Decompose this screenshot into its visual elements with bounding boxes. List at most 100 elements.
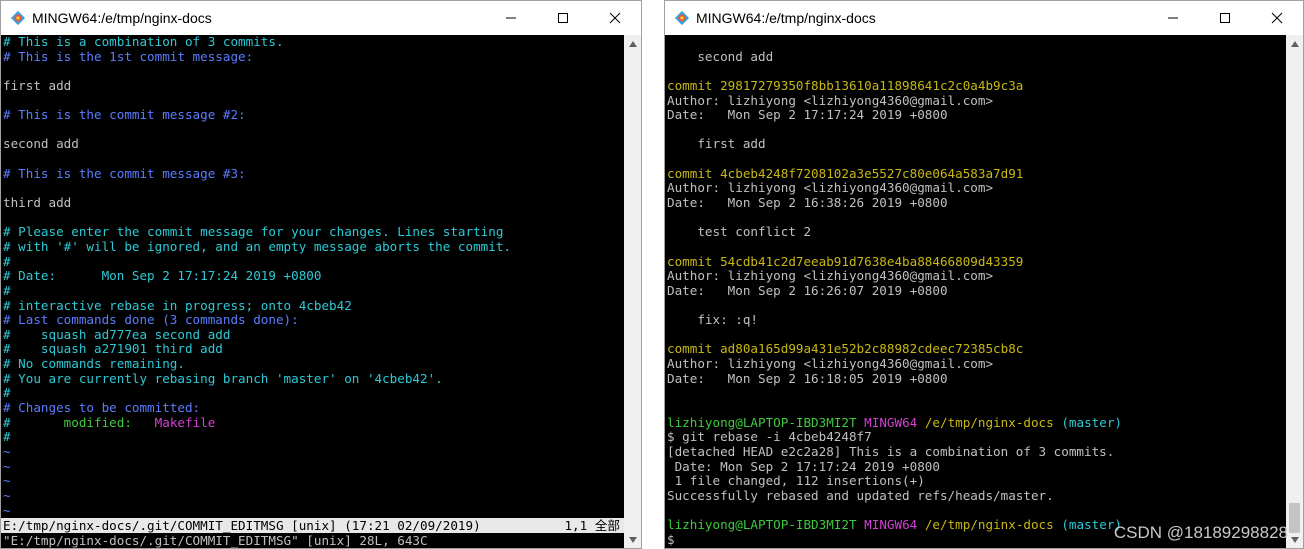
terminal-line: ~ bbox=[3, 443, 511, 460]
text-segment: Successfully rebased and updated refs/he… bbox=[667, 487, 1054, 503]
terminal-line: $ bbox=[667, 532, 1122, 548]
text-segment: # bbox=[3, 282, 11, 298]
scroll-down-button[interactable] bbox=[624, 531, 641, 548]
terminal-line: # This is the commit message #2: bbox=[3, 107, 511, 123]
terminal-line: Date: Mon Sep 2 17:17:24 2019 +0800 bbox=[667, 459, 1122, 475]
text-segment: modified: bbox=[63, 414, 132, 430]
text-segment: # bbox=[3, 414, 64, 430]
terminal-line: # Changes to be committed: bbox=[3, 400, 511, 416]
terminal-line: # Last commands done (3 commands done): bbox=[3, 312, 511, 328]
minimize-button[interactable] bbox=[1147, 1, 1199, 35]
vim-status-line: E:/tmp/nginx-docs/.git/COMMIT_EDITMSG [u… bbox=[1, 518, 624, 533]
text-segment: Date: Mon Sep 2 16:38:26 2019 +0800 bbox=[667, 195, 948, 211]
terminal-window-right[interactable]: MINGW64:/e/tmp/nginx-docs second add comm… bbox=[664, 0, 1304, 549]
scroll-thumb[interactable] bbox=[1289, 503, 1300, 533]
text-segment: lizhiyong@LAPTOP-IBD3MI2T bbox=[667, 517, 857, 533]
maximize-icon bbox=[558, 13, 568, 23]
terminal-line: second add bbox=[667, 48, 1122, 65]
text-segment: Author: lizhiyong <lizhiyong4360@gmail.c… bbox=[667, 356, 994, 372]
maximize-button[interactable] bbox=[537, 1, 589, 35]
text-segment: # Changes to be committed: bbox=[3, 400, 201, 416]
text-segment: # bbox=[3, 429, 11, 445]
git-bash-icon bbox=[674, 10, 690, 26]
terminal-line: # This is the 1st commit message: bbox=[3, 48, 511, 65]
terminal-line: Author: lizhiyong <lizhiyong4360@gmail.c… bbox=[667, 356, 1122, 372]
scrollbar[interactable] bbox=[624, 35, 641, 548]
text-segment: ~ bbox=[3, 473, 11, 489]
scroll-down-button[interactable] bbox=[1286, 531, 1303, 548]
terminal-area[interactable]: second add commit 29817279350f8bb13610a11… bbox=[665, 35, 1286, 548]
text-segment: test conflict 2 bbox=[667, 224, 812, 240]
text-segment: 1 file changed, 112 insertions(+) bbox=[667, 473, 925, 489]
text-segment: ~ bbox=[3, 443, 11, 459]
scroll-up-button[interactable] bbox=[1286, 35, 1303, 52]
text-segment: Author: lizhiyong <lizhiyong4360@gmail.c… bbox=[667, 92, 994, 108]
text-segment: # This is the 1st commit message: bbox=[3, 48, 254, 64]
text-segment: Author: lizhiyong <lizhiyong4360@gmail.c… bbox=[667, 268, 994, 284]
text-segment: ~ bbox=[3, 458, 11, 474]
text-segment: # squash ad777ea second add bbox=[3, 326, 231, 342]
text-segment: Date: Mon Sep 2 16:18:05 2019 +0800 bbox=[667, 370, 948, 386]
terminal-line: # Date: Mon Sep 2 17:17:24 2019 +0800 bbox=[3, 268, 511, 284]
terminal-line: # bbox=[3, 429, 511, 445]
text-segment: # squash a271901 third add bbox=[3, 341, 223, 357]
arrow-up-icon bbox=[628, 40, 637, 47]
minimize-icon bbox=[1168, 17, 1178, 19]
text-segment: /e/tmp/nginx-docs bbox=[924, 517, 1054, 533]
terminal-line: ~ bbox=[3, 473, 511, 489]
minimize-button[interactable] bbox=[485, 1, 537, 35]
terminal-line: 1 file changed, 112 insertions(+) bbox=[667, 473, 1122, 489]
terminal-line: # bbox=[3, 282, 511, 299]
title-bar[interactable]: MINGW64:/e/tmp/nginx-docs bbox=[665, 1, 1303, 35]
terminal-window-left[interactable]: MINGW64:/e/tmp/nginx-docs # This is a co… bbox=[0, 0, 642, 549]
close-button[interactable] bbox=[1251, 1, 1303, 35]
text-segment: Date: Mon Sep 2 16:26:07 2019 +0800 bbox=[667, 282, 948, 298]
text-segment: second add bbox=[3, 136, 79, 152]
title-bar[interactable]: MINGW64:/e/tmp/nginx-docs bbox=[1, 1, 641, 35]
maximize-button[interactable] bbox=[1199, 1, 1251, 35]
terminal-line: first add bbox=[667, 137, 1122, 152]
terminal-line: # This is a combination of 3 commits. bbox=[3, 35, 511, 50]
terminal-line: commit ad80a165d99a431e52b2c88982cdeec72… bbox=[667, 342, 1122, 357]
terminal-line: # with '#' will be ignored, and an empty… bbox=[3, 239, 511, 255]
text-segment: # bbox=[3, 253, 11, 269]
text-segment: second add bbox=[667, 48, 774, 64]
terminal-area[interactable]: # This is a combination of 3 commits. # T… bbox=[1, 35, 624, 548]
terminal-line: # This is the commit message #3: bbox=[3, 166, 511, 182]
terminal-line: # squash a271901 third add bbox=[3, 342, 511, 357]
text-segment: ~ bbox=[3, 487, 11, 503]
text-segment: commit 54cdb41c2d7eeab91d7638e4ba8846680… bbox=[667, 253, 1024, 269]
close-icon bbox=[609, 12, 621, 24]
terminal-line: $ git rebase -i 4cbeb4248f7 bbox=[667, 429, 1122, 445]
text-segment: first add bbox=[667, 136, 766, 152]
terminal-line: lizhiyong@LAPTOP-IBD3MI2T MINGW64 /e/tmp… bbox=[667, 414, 1122, 431]
terminal-line: first add bbox=[3, 78, 511, 94]
terminal-line: # squash ad777ea second add bbox=[3, 326, 511, 343]
text-segment: (master) bbox=[1061, 414, 1122, 430]
watermark: CSDN @18189298828 bbox=[1113, 523, 1288, 542]
terminal-line: commit 54cdb41c2d7eeab91d7638e4ba8846680… bbox=[667, 253, 1122, 270]
text-segment: # No commands remaining. bbox=[3, 356, 185, 372]
text-segment: # Please enter the commit message for yo… bbox=[3, 224, 504, 240]
text-segment: # This is a combination of 3 commits. bbox=[3, 35, 284, 49]
close-button[interactable] bbox=[589, 1, 641, 35]
terminal-line: [detached HEAD e2c2a28] This is a combin… bbox=[667, 444, 1122, 460]
scrollbar[interactable] bbox=[1286, 35, 1303, 548]
shell-output: second add commit 29817279350f8bb13610a11… bbox=[667, 35, 1122, 547]
terminal-line: Date: Mon Sep 2 16:38:26 2019 +0800 bbox=[667, 195, 1122, 211]
terminal-line: Date: Mon Sep 2 17:17:24 2019 +0800 bbox=[667, 107, 1122, 123]
terminal-line: # No commands remaining. bbox=[3, 356, 511, 372]
scroll-up-button[interactable] bbox=[624, 35, 641, 52]
text-segment: /e/tmp/nginx-docs bbox=[924, 414, 1054, 430]
window-title: MINGW64:/e/tmp/nginx-docs bbox=[696, 10, 876, 26]
arrow-up-icon bbox=[1290, 40, 1299, 47]
text-segment: # bbox=[3, 385, 11, 401]
